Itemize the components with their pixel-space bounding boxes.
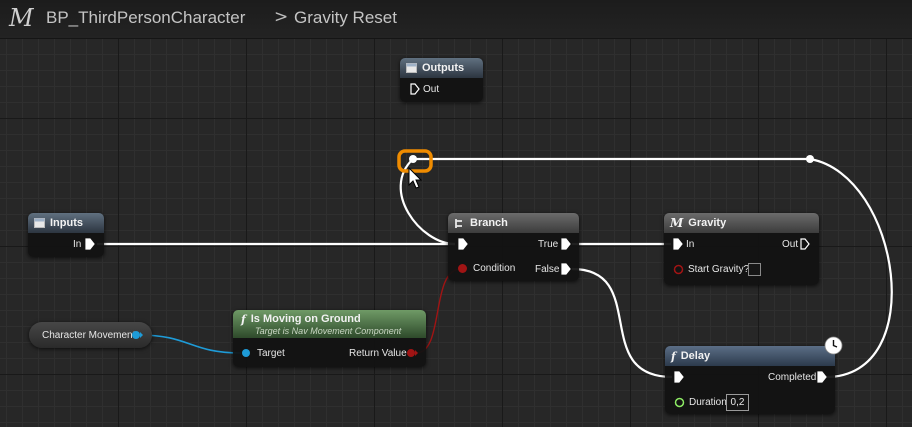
macro-m-icon: M [670,216,684,230]
exec-pin-out[interactable] [85,238,95,250]
is-moving-node-header: f Is Moving on Ground Target is Nav Move… [233,310,426,338]
exec-pin-false[interactable] [561,263,571,275]
exec-pin-out[interactable] [410,83,420,95]
bool-pin-condition[interactable] [457,263,468,274]
branch-node-title: Branch [470,217,508,229]
inputs-node-title: Inputs [50,217,83,229]
float-pin-duration[interactable] [674,397,685,408]
gravity-node-header: M Gravity [664,213,819,233]
is-moving-target-label: Target [257,348,285,359]
inputs-in-label: In [73,239,82,250]
exec-pin-in[interactable] [458,238,468,250]
exec-pin-in[interactable] [674,371,684,383]
delay-node[interactable]: f Delay Completed Duration 0,2 [665,346,835,414]
reroute-knot [409,155,417,163]
branch-true-label: True [538,239,559,250]
branch-condition-label: Condition [473,263,516,274]
gravity-out-label: Out [782,239,799,250]
is-moving-return-label: Return Value [349,348,407,359]
branch-icon [455,218,462,228]
exec-wire [809,157,893,379]
exec-pin-completed[interactable] [817,371,827,383]
object-pin-out[interactable] [131,330,143,340]
bool-pin-return-value[interactable] [406,348,418,358]
exec-pin-in[interactable] [673,238,683,250]
outputs-node-title: Outputs [422,62,465,74]
branch-node[interactable]: Branch True Condition False [448,213,579,281]
branch-false-label: False [535,264,560,275]
object-pin-target[interactable] [241,348,252,358]
tunnel-node-icon [34,218,45,228]
tunnel-node-icon [406,63,417,73]
delay-completed-label: Completed [768,372,817,383]
latent-clock-icon [824,336,843,355]
exec-pin-out[interactable] [800,238,810,250]
exec-wire [571,267,673,379]
outputs-node[interactable]: Outputs Out [400,58,483,102]
blueprint-graph-canvas[interactable]: M BP_ThirdPersonCharacter > Gravity Rese… [0,0,912,427]
delay-duration-label: Duration [689,397,727,408]
duration-value-field[interactable]: 0,2 [726,394,749,411]
gravity-macro-node[interactable]: M Gravity In Out Start Gravity? [664,213,819,285]
delay-node-header: f Delay [665,346,835,366]
inputs-node[interactable]: Inputs In [28,213,104,257]
is-moving-node-subtitle: Target is Nav Movement Component [255,325,402,336]
gravity-start-label: Start Gravity? [688,264,750,275]
character-movement-label: Character Movement [42,330,136,341]
is-moving-on-ground-node[interactable]: f Is Moving on Ground Target is Nav Move… [233,310,426,367]
is-moving-node-title: Is Moving on Ground [250,313,361,325]
branch-node-header: Branch [448,213,579,233]
inputs-node-header: Inputs [28,213,104,233]
outputs-node-header: Outputs [400,58,483,78]
object-wire [138,334,242,354]
outputs-out-label: Out [423,84,440,95]
bool-pin-start-gravity[interactable] [673,264,684,275]
delay-node-title: Delay [680,350,711,362]
gravity-in-label: In [686,239,695,250]
character-movement-variable-node[interactable]: Character Movement [29,322,152,348]
exec-pin-true[interactable] [561,238,571,250]
reroute-knot [806,155,814,163]
gravity-node-title: Gravity [688,217,727,229]
function-f-icon: f [671,349,676,363]
start-gravity-checkbox[interactable] [748,263,761,276]
function-f-icon: f [241,312,246,326]
